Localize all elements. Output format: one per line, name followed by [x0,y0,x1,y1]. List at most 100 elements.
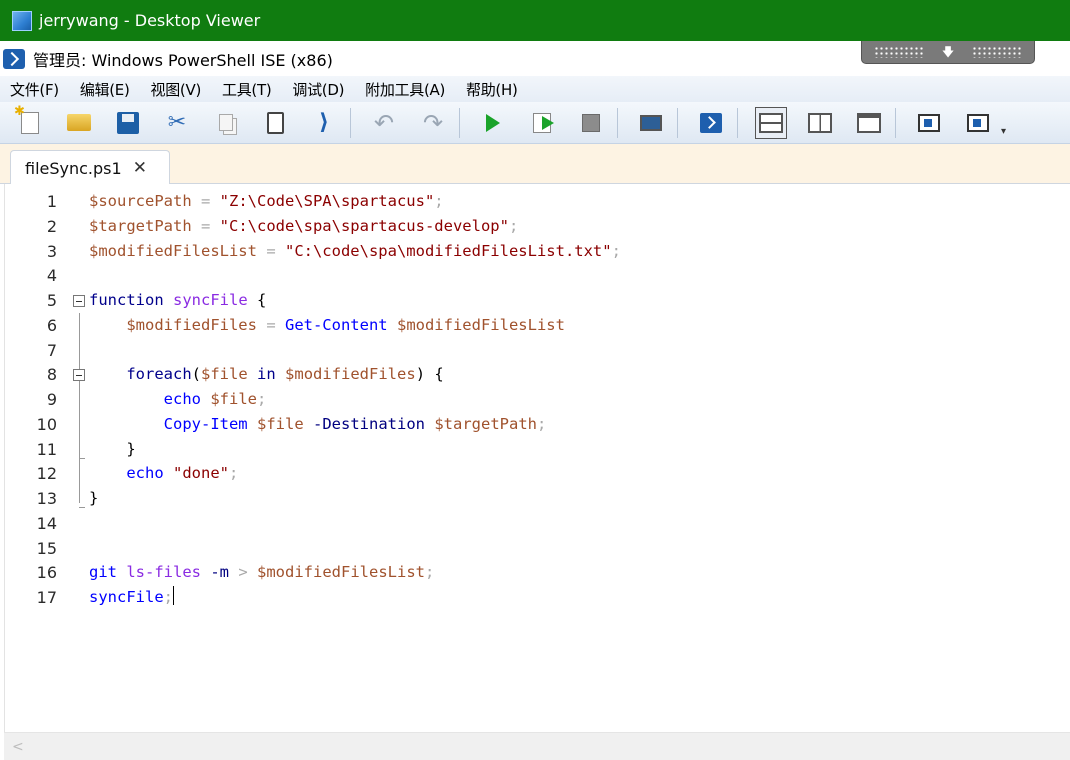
line-number: 12 [36,464,57,484]
toolbar-separator [459,107,460,138]
run-icon [486,113,500,132]
code-line[interactable]: 8 foreach($file in $modifiedFiles) { [5,362,1065,387]
code-token: = [191,192,220,210]
scroll-left-icon[interactable]: < [12,739,24,755]
tab-filesync[interactable]: fileSync.ps1 ✕ [10,150,170,185]
code-token: ( [191,365,201,384]
start-powershell-button[interactable] [695,107,727,139]
script-pane-maximized-button[interactable] [853,107,885,139]
arrow-down-icon[interactable]: 🡇 [942,46,954,58]
show-command-window-button[interactable] [913,107,945,139]
menu-debug[interactable]: 调试(D) [292,79,344,100]
menu-addons[interactable]: 附加工具(A) [365,79,445,100]
code-line[interactable]: 2 $targetPath = "C:\code\spa\spartacus-de… [5,214,1065,239]
cut-button[interactable]: ✂ [161,107,193,139]
cut-icon: ✂ [167,110,187,135]
code-line[interactable]: 12 echo "done"; [5,461,1065,486]
code-token: -Destination [313,414,425,433]
code-line[interactable]: 9 echo $file; [5,387,1065,412]
line-number: 8 [46,365,57,385]
undo-button[interactable]: ↶ [368,107,400,139]
code-line[interactable]: 6 $modifiedFiles = Get-Content $modified… [5,313,1065,338]
script-editor[interactable]: 1 $sourcePath = "Z:\Code\SPA\spartacus"; 2… [4,184,1070,732]
code-token: $targetPath [89,216,192,235]
grip-icon [873,46,924,58]
code-line[interactable]: 4 [5,263,1065,288]
save-button[interactable] [112,107,144,139]
code-text: Copy-Item $file -Destination $targetPath… [89,412,547,437]
code-token: { [247,291,267,309]
collapse-icon[interactable] [73,369,85,382]
code-token: $modifiedFiles [126,315,257,334]
menu-tools[interactable]: 工具(T) [222,79,272,100]
run-selection-button[interactable] [526,107,558,139]
open-button[interactable] [63,107,95,139]
code-line[interactable]: 13} [5,486,1065,511]
code-token: = [256,315,285,334]
show-command-addon-button[interactable] [962,107,994,139]
code-line[interactable]: 3 $modifiedFilesList = "C:\code\spa\modif… [5,239,1065,264]
collapse-icon[interactable] [73,295,85,307]
line-number: 11 [36,439,57,459]
copy-button[interactable] [210,107,242,139]
code-line[interactable]: 17 syncFile; [5,585,1065,610]
tab-label: fileSync.ps1 [25,158,122,178]
menu-edit[interactable]: 编辑(E) [80,79,130,100]
menu-help[interactable]: 帮助(H) [466,79,518,100]
toolbar-separator [677,107,678,138]
line-number: 6 [46,315,57,335]
clear-console-button[interactable]: ⟩ [308,107,340,139]
code-token: $targetPath [434,414,537,433]
line-number: 2 [46,216,57,236]
connection-bar[interactable]: 🡇 [861,41,1035,64]
paste-button[interactable] [259,107,291,139]
code-line[interactable]: 15 [5,536,1065,561]
redo-button[interactable]: ↷ [417,107,449,139]
script-pane-top-button[interactable] [755,106,787,139]
horizontal-scrollbar[interactable]: < [4,732,1070,760]
new-remote-tab-button[interactable] [635,107,667,139]
code-token: $file [201,365,248,384]
code-line[interactable]: 1 $sourcePath = "Z:\Code\SPA\spartacus"; [5,189,1065,214]
line-number: 16 [36,563,57,583]
code-text: function syncFile { [89,288,266,313]
window-title: 管理员: Windows PowerShell ISE (x86) [33,50,333,70]
code-token: $file [257,414,304,433]
code-token: foreach [126,365,192,384]
toolbar-separator [617,107,618,138]
toolbar-overflow-icon[interactable]: ▾ [1001,126,1006,137]
script-pane-right-button[interactable] [804,107,836,139]
code-line[interactable]: 10 Copy-Item $file -Destination $targetP… [5,412,1065,437]
stop-button[interactable] [575,107,607,139]
start-powershell-icon [700,112,722,133]
code-line[interactable]: 11 } [5,437,1065,462]
code-line[interactable]: 5 function syncFile { [5,288,1065,313]
menu-file[interactable]: 文件(F) [10,79,59,100]
code-token: in [257,365,276,384]
line-number: 10 [36,414,57,434]
code-token: ls-files [126,563,201,582]
code-line[interactable]: 14 [5,511,1065,536]
code-line[interactable]: 7 [5,338,1065,363]
code-token: echo [126,464,164,483]
run-script-button[interactable] [477,107,509,139]
code-token: Copy-Item [163,414,248,433]
show-command-addon-icon [967,113,989,132]
redo-icon: ↷ [422,108,444,137]
code-line[interactable]: 16 git ls-files -m > $modifiedFilesList; [5,560,1065,585]
code-token: ; [163,588,173,606]
new-button[interactable] [14,104,46,139]
code-token: syncFile [173,291,248,309]
toolbar-separator [737,107,738,138]
menu-view[interactable]: 视图(V) [151,79,202,100]
code-text: $sourcePath = "Z:\Code\SPA\spartacus"; [89,189,444,214]
clear-console-icon: ⟩ [318,110,330,135]
close-icon[interactable]: ✕ [133,158,147,178]
